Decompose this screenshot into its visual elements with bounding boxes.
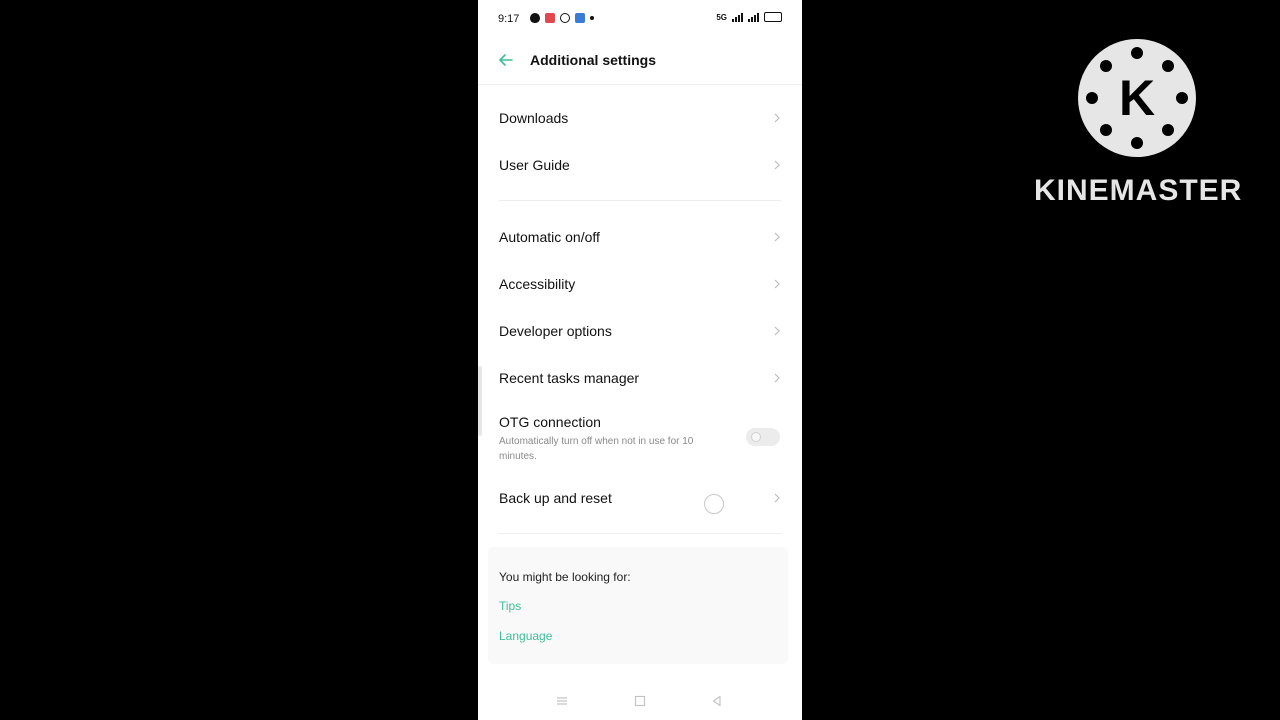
touch-indicator: [704, 494, 724, 514]
app-bar: Additional settings: [478, 38, 802, 85]
section-divider: [499, 200, 781, 201]
home-square-icon[interactable]: [633, 694, 647, 708]
chevron-right-icon: [774, 326, 780, 336]
chevron-right-icon: [774, 160, 780, 170]
status-time: 9:17: [498, 13, 520, 25]
settings-item-developer-options[interactable]: Developer options: [478, 307, 802, 354]
arrow-left-icon[interactable]: [496, 50, 516, 70]
system-status-icons: 5G: [716, 12, 782, 22]
suggestion-link-tips[interactable]: Tips: [499, 599, 521, 613]
kinemaster-logo-letter: K: [1119, 70, 1155, 126]
network-speed-label: 5G: [716, 12, 727, 22]
more-notifications-dot-icon: [590, 16, 594, 20]
settings-item-recent-tasks-manager[interactable]: Recent tasks manager: [478, 354, 802, 401]
settings-item-label: Downloads: [499, 110, 569, 126]
files-icon: [575, 13, 585, 23]
signal-1-icon: [732, 12, 743, 22]
notification-icons: [530, 13, 594, 23]
kinemaster-watermark-text: KINEMASTER: [1034, 174, 1243, 207]
chevron-right-icon: [774, 232, 780, 242]
battery-icon: [764, 12, 782, 22]
whatsapp-icon: [560, 13, 570, 23]
section-divider: [499, 533, 781, 534]
settings-item-label: Back up and reset: [499, 490, 612, 506]
chevron-right-icon: [774, 279, 780, 289]
chevron-right-icon: [774, 113, 780, 123]
chevron-right-icon: [774, 493, 780, 503]
phone-screen: 9:17 5G Additional settings Downloads Us…: [478, 0, 802, 720]
settings-item-downloads[interactable]: Downloads: [478, 94, 802, 141]
settings-item-user-guide[interactable]: User Guide: [478, 141, 802, 188]
otg-description: Automatically turn off when not in use f…: [499, 436, 694, 462]
kinemaster-logo-icon: K: [1078, 39, 1196, 157]
settings-item-label: OTG connection: [499, 414, 601, 430]
navigation-bar: [478, 684, 802, 720]
status-bar: 9:17 5G: [478, 0, 802, 38]
otg-toggle[interactable]: [746, 428, 780, 446]
chevron-right-icon: [774, 373, 780, 383]
settings-item-label: Developer options: [499, 323, 612, 339]
settings-item-label: Accessibility: [499, 276, 576, 292]
settings-item-label: Automatic on/off: [499, 229, 600, 245]
menu-icon[interactable]: [555, 694, 569, 708]
signal-2-icon: [748, 12, 759, 22]
suggestions-card: You might be looking for: Tips Language: [488, 547, 788, 664]
settings-item-label: Recent tasks manager: [499, 370, 640, 386]
shield-icon: [530, 13, 540, 23]
settings-item-label: User Guide: [499, 157, 570, 173]
settings-item-otg-connection[interactable]: OTG connection Automatically turn off wh…: [478, 401, 802, 471]
toggle-knob: [751, 432, 761, 442]
suggestions-title: You might be looking for:: [499, 570, 631, 584]
settings-item-automatic-on-off[interactable]: Automatic on/off: [478, 213, 802, 260]
settings-item-back-up-and-reset[interactable]: Back up and reset: [478, 474, 802, 521]
app-notification-icon: [545, 13, 555, 23]
page-title: Additional settings: [530, 52, 656, 68]
settings-item-accessibility[interactable]: Accessibility: [478, 260, 802, 307]
back-triangle-icon[interactable]: [710, 694, 724, 708]
suggestion-link-language[interactable]: Language: [499, 629, 552, 643]
